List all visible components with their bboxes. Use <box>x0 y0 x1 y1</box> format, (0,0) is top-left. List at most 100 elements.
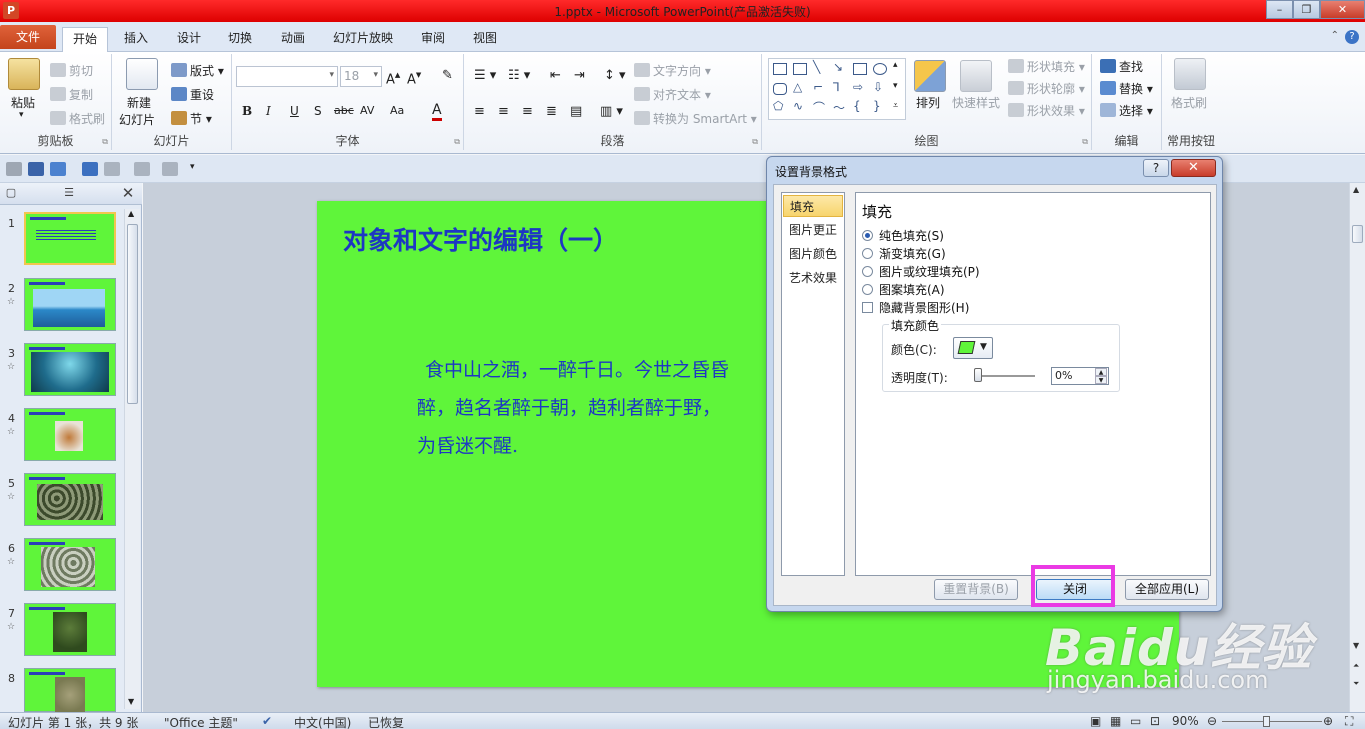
curve-shape-icon[interactable]: ∿ <box>793 99 803 113</box>
hide-background-graphics-checkbox[interactable]: 隐藏背景图形(H) <box>862 299 969 316</box>
character-spacing-button[interactable]: AV <box>360 104 374 117</box>
bullets-icon[interactable]: ☰ ▾ <box>474 68 496 83</box>
language-status[interactable]: 中文(中国) <box>294 714 351 729</box>
slide-scroll-thumb[interactable] <box>1352 225 1363 243</box>
tab-transitions[interactable]: 切换 <box>218 27 262 52</box>
arc-shape-icon[interactable]: ⌒ <box>813 99 825 116</box>
gallery-scroll-up-icon[interactable]: ▴ <box>893 60 898 70</box>
common-format-painter-button[interactable]: 格式刷 <box>1171 94 1207 111</box>
qat-customize-icon[interactable]: ▾ <box>190 162 195 172</box>
underline-button[interactable]: U <box>290 104 299 118</box>
nav-item-fill[interactable]: 填充 <box>783 195 843 217</box>
text-direction-button[interactable]: 文字方向 ▾ <box>634 62 711 79</box>
font-size-dropdown-icon[interactable]: ▾ <box>373 70 378 80</box>
strikethrough-button[interactable]: abc <box>334 104 354 117</box>
justify-icon[interactable]: ≣ <box>546 104 557 119</box>
cut-button[interactable]: 剪切 <box>50 62 93 79</box>
minimize-button[interactable]: – <box>1266 0 1293 19</box>
slide-title[interactable]: 对象和文字的编辑（一） <box>343 221 618 257</box>
slide-thumbnail-8[interactable] <box>24 668 116 713</box>
transparency-spinner[interactable]: 0% ▲ ▼ <box>1051 367 1109 385</box>
nav-item-artistic-effects[interactable]: 艺术效果 <box>783 267 843 289</box>
align-left-icon[interactable]: ≡ <box>474 104 485 119</box>
layout-button[interactable]: 版式 ▾ <box>171 62 224 79</box>
dialog-close-x-button[interactable]: ✕ <box>1171 159 1216 177</box>
slide-thumbnail-4[interactable] <box>24 408 116 461</box>
shapes-gallery[interactable]: ╲ ↘ △ ⌐ ⅂ ⇨ ⇩ ⬠ ∿ ⌒ 〜 { } ▴ ▾ ⩡ <box>768 58 906 120</box>
font-color-button[interactable]: A <box>432 102 442 121</box>
tab-slideshow[interactable]: 幻灯片放映 <box>323 27 403 52</box>
rounded-rect-shape-icon[interactable] <box>773 83 787 95</box>
format-painter-button[interactable]: 格式刷 <box>50 110 105 127</box>
transparency-slider-track[interactable] <box>975 375 1035 377</box>
minimize-ribbon-icon[interactable]: ⌃ <box>1331 30 1339 41</box>
line-spacing-icon[interactable]: ↕ ▾ <box>604 68 626 83</box>
tab-file[interactable]: 文件 <box>0 25 56 49</box>
font-launcher-icon[interactable]: ⧉ <box>454 137 460 147</box>
normal-view-icon[interactable]: ▣ <box>1090 714 1101 728</box>
arrow-line-shape-icon[interactable]: ↘ <box>833 60 843 74</box>
gallery-more-icon[interactable]: ⩡ <box>893 101 898 111</box>
slideshow-icon[interactable] <box>104 162 120 176</box>
paste-button[interactable]: 粘贴 <box>11 94 35 111</box>
scroll-up-arrow-icon[interactable]: ▲ <box>1353 185 1359 194</box>
help-icon[interactable]: ? <box>1345 30 1359 44</box>
connector-shape-icon[interactable]: ⌐ <box>813 80 823 94</box>
oval-shape-icon[interactable] <box>873 63 887 75</box>
clipboard-launcher-icon[interactable]: ⧉ <box>102 137 108 147</box>
decrease-indent-icon[interactable]: ⇤ <box>550 68 561 83</box>
columns-icon[interactable]: ▥ ▾ <box>600 104 623 119</box>
solid-fill-radio[interactable]: 纯色填充(S) <box>862 227 944 244</box>
pentagon-shape-icon[interactable]: ⬠ <box>773 99 783 113</box>
align-right-icon[interactable]: ≡ <box>522 104 533 119</box>
slide-thumbnail-3[interactable] <box>24 343 116 396</box>
tab-review[interactable]: 审阅 <box>411 27 455 52</box>
textbox-shape-icon[interactable] <box>773 63 787 75</box>
rectangle-shape-icon[interactable] <box>853 63 867 75</box>
next-slide-icon[interactable]: ⏷ <box>1353 679 1359 689</box>
previous-slide-icon[interactable]: ⏶ <box>1353 661 1359 671</box>
slide-sorter-view-icon[interactable]: ▦ <box>1110 714 1121 728</box>
find-button[interactable]: 查找 <box>1100 58 1143 75</box>
new-slide-label-1[interactable]: 新建 <box>127 94 151 111</box>
tab-insert[interactable]: 插入 <box>114 27 158 52</box>
bold-button[interactable]: B <box>242 104 252 118</box>
replace-button[interactable]: 替换 ▾ <box>1100 80 1153 97</box>
zoom-slider-track[interactable] <box>1222 721 1322 722</box>
scroll-down-arrow-icon[interactable]: ▼ <box>128 697 134 706</box>
new-slide-label-2[interactable]: 幻灯片 <box>119 111 155 128</box>
undo-icon[interactable] <box>50 162 66 176</box>
font-size-combobox[interactable]: 18 ▾ <box>340 66 382 87</box>
zoom-slider-knob[interactable] <box>1263 716 1270 727</box>
scroll-down-arrow-icon[interactable]: ▼ <box>1353 641 1359 650</box>
copy-button[interactable]: 复制 <box>50 86 93 103</box>
spin-up-icon[interactable]: ▲ <box>1095 368 1107 376</box>
down-arrow-shape-icon[interactable]: ⇩ <box>873 80 883 94</box>
theme-status[interactable]: "Office 主题" <box>164 714 238 729</box>
transparency-slider-knob[interactable] <box>974 368 982 382</box>
grow-font-button[interactable]: A▴ <box>386 68 400 87</box>
zoom-in-icon[interactable]: ⊕ <box>1323 714 1333 728</box>
paste-dropdown-icon[interactable]: ▾ <box>19 110 24 120</box>
shape-icon[interactable] <box>134 162 150 176</box>
line-shape-icon[interactable]: ╲ <box>813 60 820 74</box>
tab-animations[interactable]: 动画 <box>271 27 315 52</box>
color-picker-button[interactable]: ▼ <box>953 337 993 359</box>
section-button[interactable]: 节 ▾ <box>171 110 212 127</box>
tab-design[interactable]: 设计 <box>167 27 211 52</box>
change-case-button[interactable]: Aa <box>390 104 404 117</box>
tab-home[interactable]: 开始 <box>62 27 109 53</box>
scroll-up-arrow-icon[interactable]: ▲ <box>128 209 134 218</box>
shrink-font-button[interactable]: A▾ <box>407 68 421 87</box>
increase-indent-icon[interactable]: ⇥ <box>574 68 585 83</box>
triangle-shape-icon[interactable]: △ <box>793 80 802 94</box>
slide-thumbnail-7[interactable] <box>24 603 116 656</box>
redo-icon[interactable] <box>82 162 98 176</box>
shape-fill-button[interactable]: 形状填充 ▾ <box>1008 58 1085 75</box>
left-brace-shape-icon[interactable]: { <box>853 99 861 113</box>
nav-item-picture-color[interactable]: 图片颜色 <box>783 243 843 265</box>
font-name-dropdown-icon[interactable]: ▾ <box>329 70 334 80</box>
slide-thumbnail-2[interactable] <box>24 278 116 331</box>
apply-to-all-button[interactable]: 全部应用(L) <box>1125 579 1209 600</box>
reading-view-icon[interactable]: ▭ <box>1130 714 1141 728</box>
